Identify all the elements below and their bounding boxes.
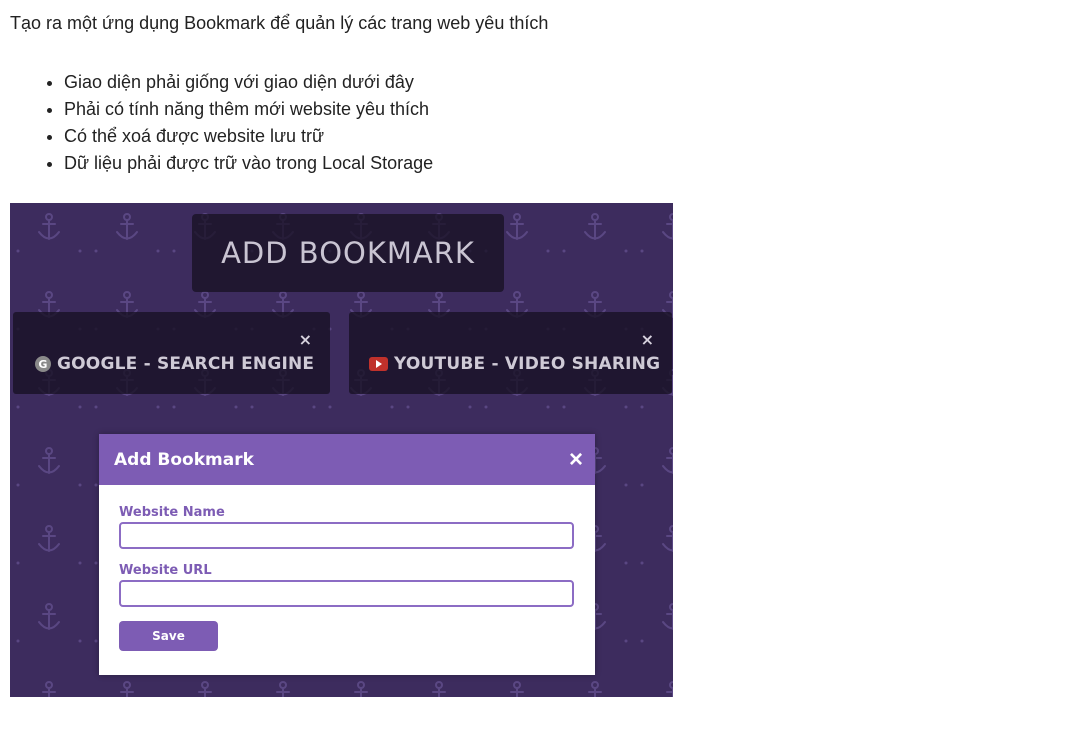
modal-body: Website Name Website URL Save bbox=[99, 485, 595, 651]
website-name-input[interactable] bbox=[119, 522, 574, 549]
list-item: Có thể xoá được website lưu trữ bbox=[64, 123, 433, 150]
website-name-label: Website Name bbox=[119, 505, 225, 520]
add-bookmark-button[interactable]: ADD BOOKMARK bbox=[192, 214, 504, 292]
website-url-label: Website URL bbox=[119, 563, 212, 578]
list-item: Phải có tính năng thêm mới website yêu t… bbox=[64, 96, 433, 123]
mockup-image: ADD BOOKMARK × G GOOGLE - SEARCH ENGINE … bbox=[10, 203, 673, 697]
close-icon[interactable]: × bbox=[569, 446, 583, 474]
list-item: Dữ liệu phải được trữ vào trong Local St… bbox=[64, 150, 433, 177]
list-item: Giao diện phải giống với giao diện dưới … bbox=[64, 69, 433, 96]
save-button[interactable]: Save bbox=[119, 621, 218, 651]
modal-title: Add Bookmark bbox=[114, 449, 254, 470]
bookmark-label[interactable]: YOUTUBE - VIDEO SHARING bbox=[394, 354, 660, 374]
google-icon: G bbox=[35, 356, 51, 372]
add-bookmark-modal: Add Bookmark × Website Name Website URL … bbox=[99, 434, 595, 675]
bookmark-label[interactable]: GOOGLE - SEARCH ENGINE bbox=[57, 354, 314, 374]
bookmark-card-youtube[interactable]: × YOUTUBE - VIDEO SHARING bbox=[349, 312, 672, 394]
intro-text: Tạo ra một ứng dụng Bookmark để quản lý … bbox=[10, 13, 549, 33]
bookmark-card-google[interactable]: × G GOOGLE - SEARCH ENGINE bbox=[13, 312, 330, 394]
website-url-input[interactable] bbox=[119, 580, 574, 607]
requirements-list: Giao diện phải giống với giao diện dưới … bbox=[10, 69, 433, 177]
youtube-icon bbox=[369, 357, 388, 371]
modal-header: Add Bookmark × bbox=[99, 434, 595, 485]
close-icon[interactable]: × bbox=[641, 330, 654, 349]
close-icon[interactable]: × bbox=[299, 330, 312, 349]
